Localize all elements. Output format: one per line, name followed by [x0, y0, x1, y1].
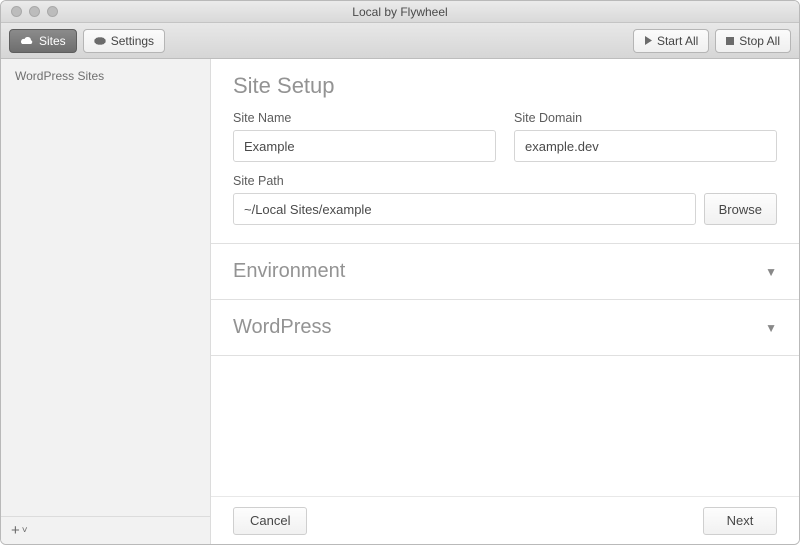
settings-tab-label: Settings: [111, 34, 154, 48]
start-all-label: Start All: [657, 34, 698, 48]
site-domain-label: Site Domain: [514, 111, 777, 125]
minimize-icon[interactable]: [29, 6, 40, 17]
plus-icon: +: [11, 522, 20, 539]
gear-icon: [94, 35, 106, 47]
stop-all-button[interactable]: Stop All: [715, 29, 791, 53]
site-name-input[interactable]: [233, 130, 496, 162]
accordion-wordpress-label: WordPress: [233, 316, 765, 339]
site-path-input[interactable]: [233, 193, 696, 225]
start-all-button[interactable]: Start All: [633, 29, 709, 53]
accordion-environment[interactable]: Environment ▼: [211, 244, 799, 300]
chevron-down-icon: ▼: [765, 265, 777, 279]
chevron-down-icon: ˅: [22, 525, 28, 536]
close-icon[interactable]: [11, 6, 22, 17]
main-pane: Site Setup Site Name Site Domain Site Pa…: [211, 59, 799, 544]
zoom-icon[interactable]: [47, 6, 58, 17]
cancel-button[interactable]: Cancel: [233, 507, 307, 535]
content-area: WordPress Sites + ˅ Site Setup Site Name…: [1, 59, 799, 544]
site-name-label: Site Name: [233, 111, 496, 125]
app-window: Local by Flywheel Sites Settings Start A…: [0, 0, 800, 545]
play-icon: [644, 36, 652, 45]
accordion-wordpress[interactable]: WordPress ▼: [211, 300, 799, 356]
site-domain-input[interactable]: [514, 130, 777, 162]
site-setup-panel: Site Setup Site Name Site Domain Site Pa…: [211, 59, 799, 244]
site-path-label: Site Path: [233, 174, 777, 188]
panel-title: Site Setup: [233, 73, 777, 99]
toolbar: Sites Settings Start All Stop All: [1, 23, 799, 59]
titlebar: Local by Flywheel: [1, 1, 799, 23]
stop-all-label: Stop All: [739, 34, 780, 48]
browse-button[interactable]: Browse: [704, 193, 777, 225]
settings-tab[interactable]: Settings: [83, 29, 165, 53]
traffic-lights: [1, 6, 58, 17]
add-site-button[interactable]: + ˅: [1, 516, 210, 544]
window-title: Local by Flywheel: [1, 5, 799, 19]
footer: Cancel Next: [211, 496, 799, 544]
next-button[interactable]: Next: [703, 507, 777, 535]
cloud-icon: [20, 36, 34, 46]
sidebar: WordPress Sites + ˅: [1, 59, 211, 544]
sites-tab[interactable]: Sites: [9, 29, 77, 53]
sites-tab-label: Sites: [39, 34, 66, 48]
sidebar-header: WordPress Sites: [1, 59, 210, 91]
stop-icon: [726, 37, 734, 45]
chevron-down-icon: ▼: [765, 321, 777, 335]
accordion-environment-label: Environment: [233, 260, 765, 283]
